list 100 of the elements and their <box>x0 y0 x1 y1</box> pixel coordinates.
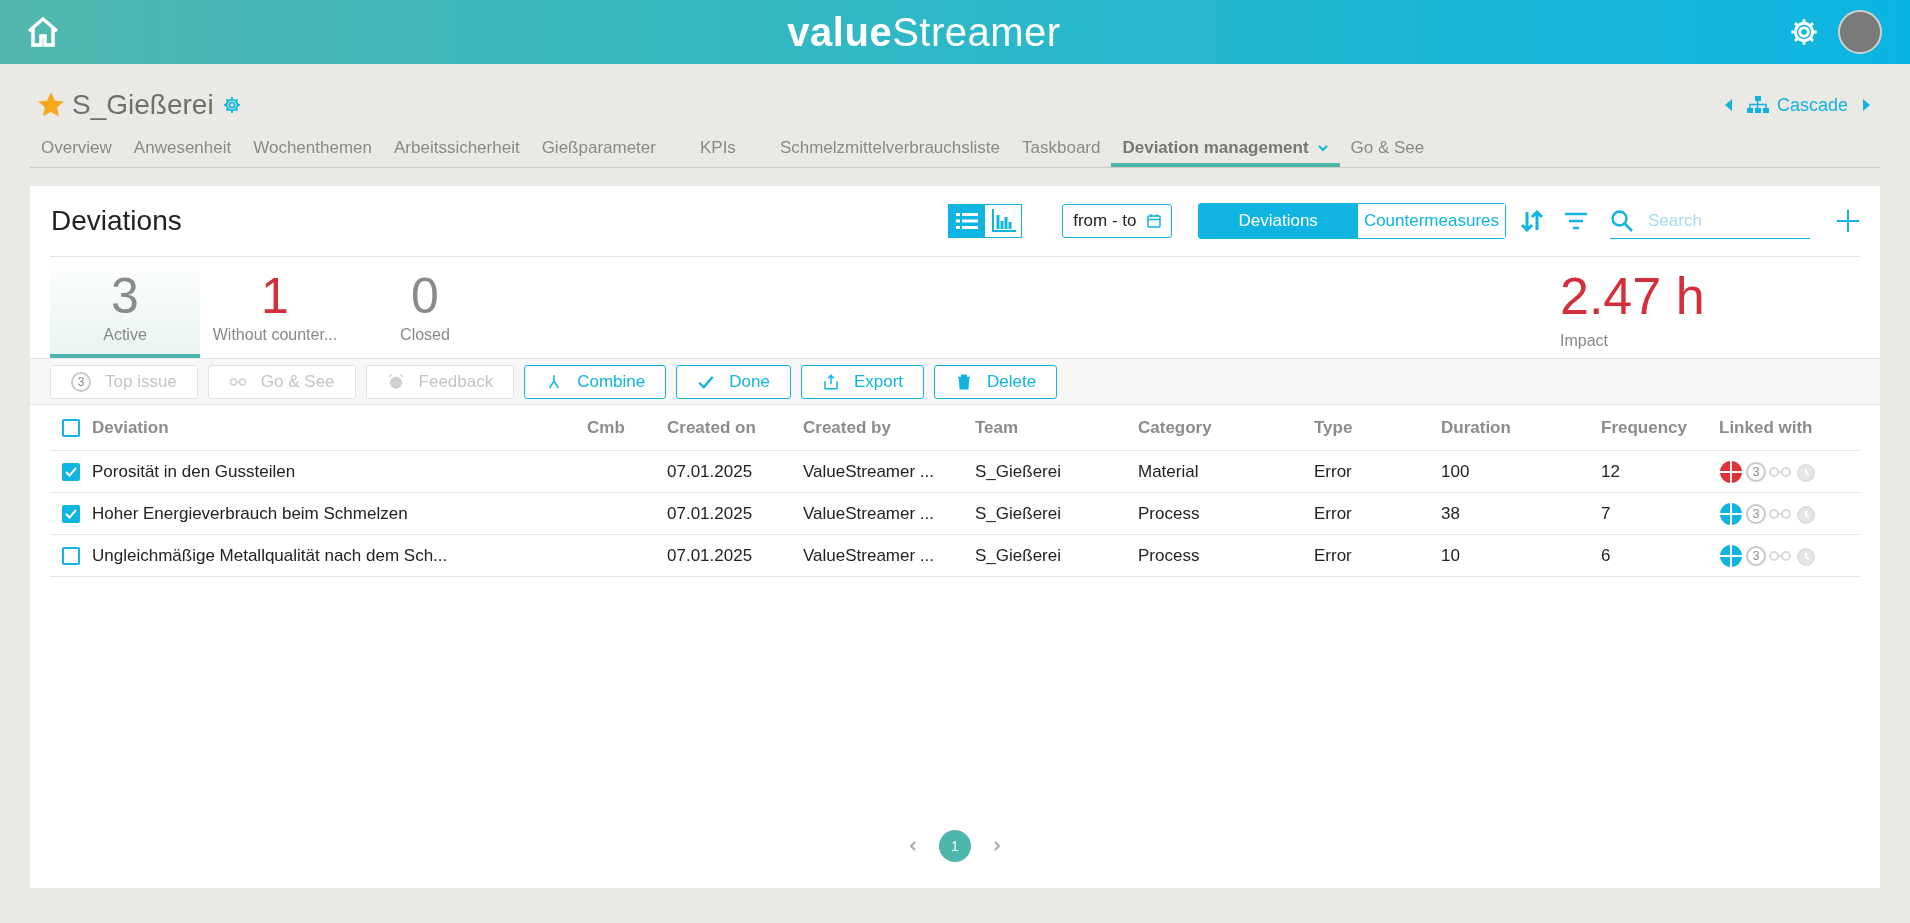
nav-tab[interactable]: Taskboard <box>1011 132 1112 167</box>
table-cell-text: Error <box>1314 503 1353 524</box>
table-cell-text: 07.01.2025 <box>667 461 754 482</box>
nav-tab[interactable]: Anwesenheit <box>122 132 243 167</box>
table-cell-text: 6 <box>1601 545 1612 566</box>
page-button[interactable]: 1 <box>939 830 971 862</box>
table-cell-text: ValueStreamer ... <box>803 503 936 524</box>
filter-icon <box>1564 212 1588 230</box>
top-issue-icon: 3 <box>1746 503 1766 524</box>
glasses-icon <box>1769 465 1791 478</box>
table-cell-text: ValueStreamer ... <box>803 545 936 566</box>
list-icon <box>956 212 979 230</box>
table-cell-text: Porosität in den Gussteilen <box>92 461 297 482</box>
status-label: Closed <box>400 325 450 344</box>
cascade-link[interactable]: Cascade <box>1746 94 1848 116</box>
table-cell-text: 38 <box>1441 503 1461 524</box>
nav-tab[interactable]: Go & See <box>1339 132 1436 167</box>
chevron-down-icon[interactable] <box>1316 142 1329 154</box>
calendar-icon <box>1146 214 1161 228</box>
nav-tab[interactable]: Deviation management <box>1111 132 1340 167</box>
table-cell-text: Hoher Energieverbrauch beim Schmelzen <box>92 503 409 524</box>
home-icon <box>26 16 60 48</box>
settings-icon[interactable] <box>1788 16 1820 48</box>
top-issue-icon: 3 <box>71 371 91 392</box>
column-header: Created on <box>667 417 757 438</box>
next-page-icon[interactable] <box>991 840 1003 852</box>
sort-icon <box>1520 210 1544 232</box>
plus-icon <box>1836 209 1860 233</box>
board-settings-icon[interactable] <box>221 95 242 115</box>
row-checkbox[interactable] <box>62 546 80 565</box>
top-issue-icon: 3 <box>1746 461 1766 482</box>
nav-tab[interactable]: Wochenthemen <box>242 132 383 167</box>
row-checkbox[interactable] <box>62 462 80 481</box>
status-label: Without counter... <box>212 325 338 344</box>
filter-button[interactable] <box>1564 212 1588 230</box>
column-header: Duration <box>1441 417 1512 438</box>
table-cell-text: 07.01.2025 <box>667 545 754 566</box>
app-logo: valueStreamer <box>787 9 1061 55</box>
export-icon <box>821 372 840 391</box>
table-cell-text: 10 <box>1441 545 1461 566</box>
date-range-field[interactable]: from - to <box>1062 204 1172 238</box>
impact-value: 2.47 h <box>1560 265 1706 326</box>
status-label: Active <box>103 325 147 344</box>
table-cell-text: 100 <box>1441 461 1471 482</box>
add-button[interactable] <box>1836 209 1860 233</box>
table-cell-text: S_Gießerei <box>975 461 1062 482</box>
hierarchy-icon <box>1746 96 1769 114</box>
column-header: Created by <box>803 417 892 438</box>
alarm-clock-icon <box>386 372 405 391</box>
sort-button[interactable] <box>1520 210 1544 232</box>
table-cell-text: Ungleichmäßige Metallqualität nach dem Sch... <box>92 545 449 566</box>
nav-tab[interactable]: Arbeitssicherheit <box>382 132 531 167</box>
panel-title: Deviations <box>51 205 183 237</box>
action-button[interactable]: Delete <box>934 364 1058 399</box>
mode-tab[interactable]: Deviations <box>1198 204 1358 238</box>
action-button[interactable]: Export <box>800 364 925 399</box>
nav-tab[interactable]: KPIs <box>688 132 747 167</box>
table-cell-text: Process <box>1138 503 1201 524</box>
column-header: Type <box>1314 417 1354 438</box>
view-toggle-button[interactable] <box>949 205 986 237</box>
select-all-checkbox[interactable] <box>62 418 80 437</box>
glasses-icon <box>228 376 247 387</box>
previous-icon[interactable] <box>1724 99 1733 111</box>
action-button[interactable]: Done <box>676 364 791 399</box>
nav-tab[interactable]: Gießparameter <box>530 132 667 167</box>
next-icon[interactable] <box>1862 99 1870 111</box>
table-cell-text: 7 <box>1601 503 1612 524</box>
table-cell-text: ValueStreamer ... <box>803 461 936 482</box>
row-checkbox[interactable] <box>62 504 80 523</box>
top-issue-icon: 3 <box>1746 545 1766 566</box>
board-title: S_Gießerei <box>72 89 214 121</box>
table-cell-text: 07.01.2025 <box>667 503 754 524</box>
table-cell-text: Error <box>1314 545 1353 566</box>
user-avatar[interactable] <box>1838 10 1882 54</box>
column-header: Linked with <box>1719 417 1814 438</box>
search-icon <box>1610 208 1634 233</box>
glasses-icon <box>1769 549 1791 562</box>
nav-tab[interactable]: Overview <box>30 132 123 167</box>
table-cell-text: Error <box>1314 461 1353 482</box>
status-count: 3 <box>111 267 139 324</box>
status-count: 0 <box>411 267 439 324</box>
bar-chart-icon <box>990 209 1017 233</box>
nav-tab[interactable]: Schmelzmittelverbrauchsliste <box>768 132 1011 167</box>
glasses-icon <box>1769 507 1791 520</box>
column-header: Deviation <box>92 417 170 438</box>
check-icon <box>65 466 77 477</box>
table-cell-text: S_Gießerei <box>975 503 1062 524</box>
status-count: 1 <box>261 267 289 324</box>
table-cell-text: 12 <box>1601 461 1621 482</box>
table-cell-text: S_Gießerei <box>975 545 1062 566</box>
impact-label: Impact <box>1560 331 1609 350</box>
column-header: Frequency <box>1601 417 1688 438</box>
column-header: Cmb <box>587 417 626 438</box>
previous-page-icon[interactable] <box>907 840 919 852</box>
star-icon[interactable] <box>38 92 64 118</box>
table-cell-text: Process <box>1138 545 1201 566</box>
action-button[interactable]: Combine <box>524 364 667 399</box>
home-button[interactable] <box>26 16 60 48</box>
check-icon <box>65 508 77 519</box>
column-header: Category <box>1138 417 1213 438</box>
